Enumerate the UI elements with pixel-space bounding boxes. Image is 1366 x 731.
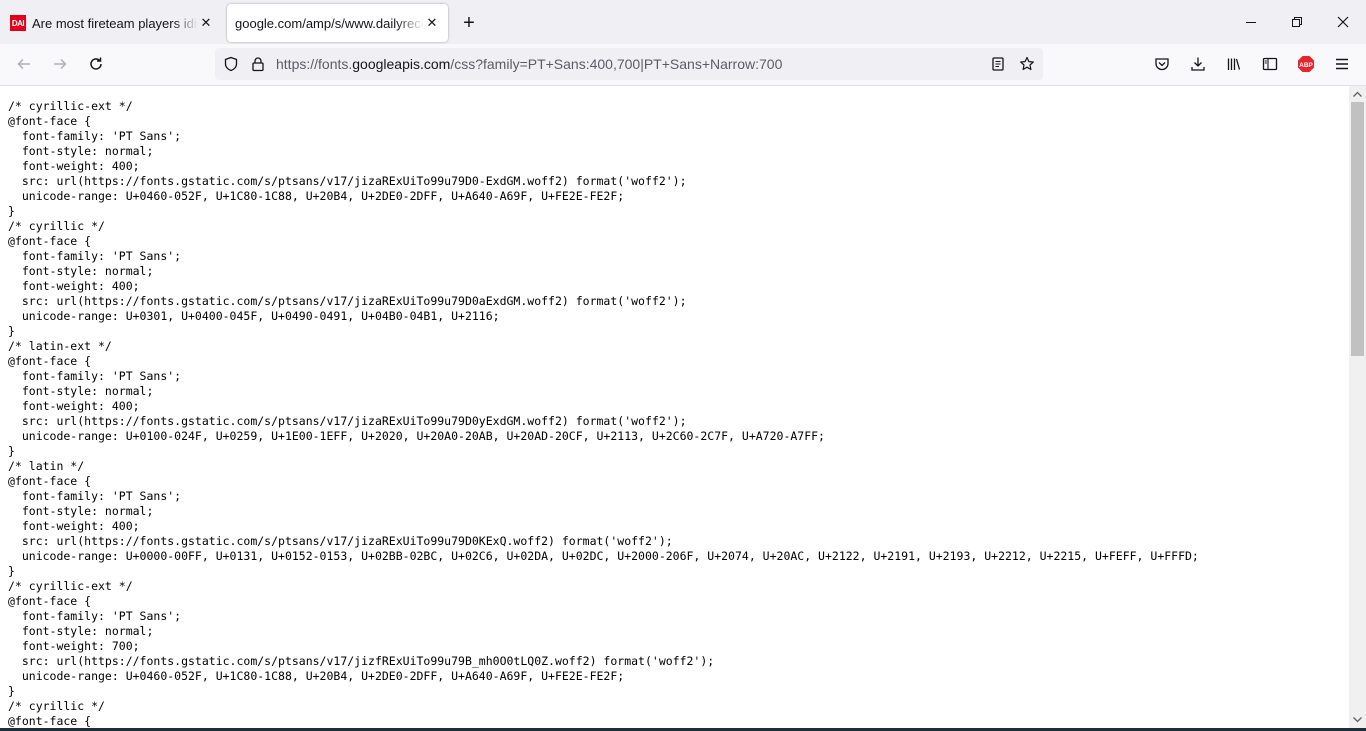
download-icon[interactable]: [1186, 52, 1210, 76]
page-content: /* cyrillic-ext */ @font-face { font-fam…: [0, 86, 1349, 731]
library-icon[interactable]: [1222, 52, 1246, 76]
close-window-icon[interactable]: [1331, 10, 1355, 34]
vertical-scrollbar[interactable]: [1349, 86, 1366, 731]
tab-bar: DAI Are most fireteam players idiots ✕ g…: [0, 0, 1366, 44]
lock-icon[interactable]: [246, 52, 270, 76]
new-tab-plus-icon[interactable]: +: [458, 12, 480, 34]
url-text[interactable]: https://fonts.googleapis.com/css?family=…: [276, 56, 782, 72]
minimize-icon[interactable]: [1239, 10, 1263, 34]
restore-icon[interactable]: [1285, 10, 1309, 34]
adblock-plus-icon[interactable]: ABP: [1294, 52, 1318, 76]
reader-view-icon[interactable]: [986, 52, 1010, 76]
scrollbar-thumb[interactable]: [1351, 102, 1364, 356]
css-source-text: /* cyrillic-ext */ @font-face { font-fam…: [8, 99, 1199, 728]
close-icon[interactable]: ✕: [198, 15, 214, 31]
daily-record-favicon-icon: DAI: [10, 15, 26, 31]
pocket-icon[interactable]: [1150, 52, 1174, 76]
tab-title: Are most fireteam players idiots: [32, 15, 198, 31]
close-icon[interactable]: ✕: [424, 15, 440, 31]
bookmark-star-icon[interactable]: [1015, 52, 1039, 76]
url-host: googleapis.com: [352, 56, 451, 72]
hamburger-menu-icon[interactable]: [1330, 52, 1354, 76]
scroll-down-arrow-icon[interactable]: [1349, 712, 1366, 728]
tracking-protection-shield-icon[interactable]: [219, 52, 243, 76]
sidebar-icon[interactable]: [1258, 52, 1282, 76]
favicon-text: DAI: [11, 18, 25, 28]
back-arrow-icon[interactable]: [12, 52, 36, 76]
reload-icon[interactable]: [84, 52, 108, 76]
url-path: /css?family=PT+Sans:400,700|PT+Sans+Narr…: [450, 56, 783, 72]
scroll-up-arrow-icon[interactable]: [1349, 86, 1366, 102]
url-bar[interactable]: https://fonts.googleapis.com/css?family=…: [215, 48, 1043, 80]
navigation-toolbar: https://fonts.googleapis.com/css?family=…: [0, 44, 1366, 86]
forward-arrow-icon[interactable]: [48, 52, 72, 76]
adblock-label: ABP: [1299, 62, 1313, 69]
url-prefix: https://fonts.: [276, 56, 353, 72]
tab-amp-dailyrecord[interactable]: google.com/amp/s/www.dailyrecord.co.uk ✕: [227, 4, 448, 42]
tab-title: google.com/amp/s/www.dailyrecord.co.uk: [235, 15, 424, 31]
tab-fireteam[interactable]: DAI Are most fireteam players idiots ✕: [0, 4, 222, 42]
